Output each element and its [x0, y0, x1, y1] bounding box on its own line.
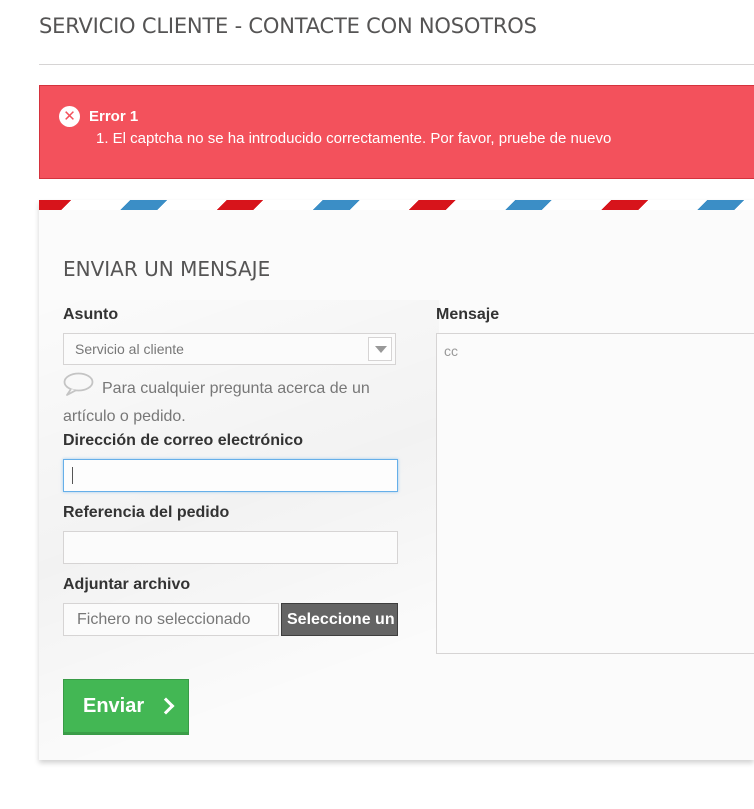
chevron-down-icon[interactable]	[368, 337, 392, 361]
form-title: ENVIAR UN MENSAJE	[63, 257, 271, 281]
file-name-display[interactable]: Fichero no seleccionado	[63, 603, 279, 636]
order-reference-label: Referencia del pedido	[63, 504, 230, 521]
message-label: Mensaje	[436, 306, 500, 323]
submit-button[interactable]: Enviar	[63, 679, 189, 735]
message-textarea[interactable]: cc	[436, 333, 754, 654]
choose-file-button[interactable]: Seleccione un	[281, 603, 398, 636]
email-field[interactable]	[63, 459, 398, 492]
submit-button-label: Enviar	[83, 695, 145, 717]
page-title: SERVICIO CLIENTE - CONTACTE CON NOSOTROS	[39, 14, 537, 38]
subject-label: Asunto	[63, 306, 119, 323]
attachment-label: Adjuntar archivo	[63, 576, 191, 593]
email-label: Dirección de correo electrónico	[63, 432, 304, 449]
contact-form-box: ENVIAR UN MENSAJE Asunto Servicio al cli…	[39, 200, 754, 760]
heading-divider	[39, 64, 754, 65]
chevron-right-icon	[157, 697, 175, 715]
alert-message: 1. El captcha no se ha introducido corre…	[96, 130, 612, 147]
alert-title: Error 1	[89, 108, 139, 125]
subject-select-value: Servicio al cliente	[75, 341, 184, 357]
subject-hint: Para cualquier pregunta acerca de un art…	[63, 380, 370, 425]
envelope-stripe	[39, 200, 754, 210]
text-caret	[72, 467, 73, 484]
order-reference-field[interactable]	[63, 531, 398, 564]
subject-select[interactable]: Servicio al cliente	[63, 333, 396, 365]
error-alert: ✕ Error 1 1. El captcha no se ha introdu…	[39, 85, 754, 179]
close-circle-icon: ✕	[59, 106, 80, 127]
